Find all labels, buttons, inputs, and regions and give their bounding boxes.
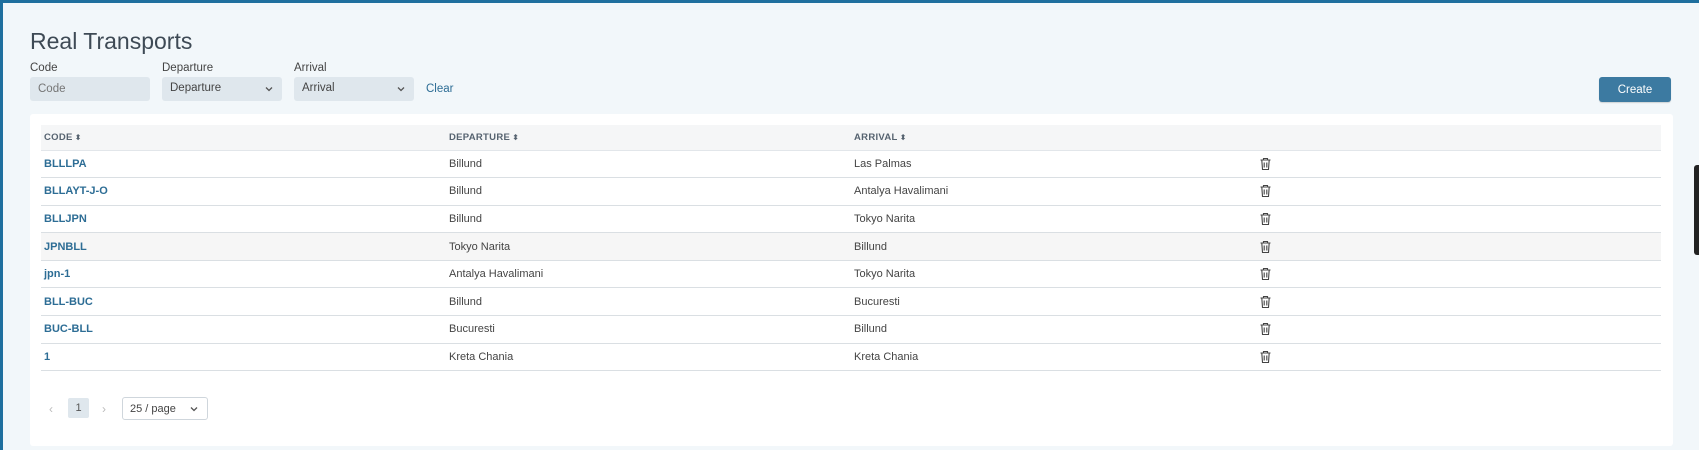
- row-code-link[interactable]: BLLAYT-J-O: [41, 177, 446, 206]
- row-departure: Antalya Havalimani: [446, 260, 851, 289]
- table-row: 1 Kreta Chania Kreta Chania: [41, 343, 1661, 372]
- row-arrival: Tokyo Narita: [851, 205, 1256, 234]
- prev-page-button[interactable]: ‹: [49, 402, 53, 416]
- row-code-link[interactable]: 1: [41, 343, 446, 372]
- chevron-down-icon: [265, 87, 273, 92]
- row-arrival: Kreta Chania: [851, 343, 1256, 372]
- row-arrival: Billund: [851, 315, 1256, 344]
- table-row: BLLLPA Billund Las Palmas: [41, 150, 1661, 179]
- column-header-code-label: CODE: [44, 131, 73, 143]
- row-arrival: Antalya Havalimani: [851, 177, 1256, 206]
- row-arrival: Las Palmas: [851, 150, 1256, 179]
- table-row: JPNBLL Tokyo Narita Billund: [41, 232, 1661, 261]
- column-header-arrival-label: ARRIVAL: [854, 131, 898, 143]
- row-actions: [1256, 343, 1661, 372]
- sort-icon: ⬍: [512, 132, 520, 142]
- column-header-departure-label: DEPARTURE: [449, 131, 511, 143]
- page-size-value: 25 / page: [130, 403, 176, 415]
- arrival-select-value: Arrival: [302, 82, 335, 94]
- departure-select-value: Departure: [170, 82, 222, 94]
- table-row: BLLJPN Billund Tokyo Narita: [41, 205, 1661, 234]
- row-arrival: Tokyo Narita: [851, 260, 1256, 289]
- row-departure: Billund: [446, 287, 851, 317]
- table-row: BLL-BUC Billund Bucuresti: [41, 287, 1661, 317]
- transports-card: CODE ⬍ DEPARTURE ⬍ ARRIVAL ⬍ BLLLPA Billund…: [30, 114, 1673, 446]
- arrival-filter-label: Arrival: [294, 62, 327, 74]
- table-row: BUC-BLL Bucuresti Billund: [41, 315, 1661, 344]
- arrival-filter: Arrival Arrival: [294, 62, 414, 101]
- departure-select[interactable]: Departure: [162, 77, 282, 101]
- sort-icon: ⬍: [899, 132, 907, 142]
- row-arrival: Billund: [851, 232, 1256, 261]
- trash-icon[interactable]: [1259, 240, 1272, 254]
- trash-icon[interactable]: [1259, 295, 1272, 309]
- trash-icon[interactable]: [1259, 184, 1272, 198]
- row-code-link[interactable]: BLLJPN: [41, 205, 446, 234]
- row-actions: [1256, 232, 1661, 261]
- page-number-button[interactable]: 1: [68, 398, 89, 418]
- departure-filter: Departure Departure: [162, 62, 282, 101]
- trash-icon[interactable]: [1259, 212, 1272, 226]
- trash-icon[interactable]: [1259, 350, 1272, 364]
- row-code-link[interactable]: BLLLPA: [41, 150, 446, 179]
- table-row: BLLAYT-J-O Billund Antalya Havalimani: [41, 177, 1661, 206]
- row-departure: Bucuresti: [446, 315, 851, 344]
- scrollbar-handle[interactable]: [1694, 165, 1699, 255]
- table-header-row: CODE ⬍ DEPARTURE ⬍ ARRIVAL ⬍: [41, 125, 1661, 151]
- row-actions: [1256, 205, 1661, 234]
- row-actions: [1256, 260, 1661, 289]
- code-filter: Code: [30, 62, 150, 101]
- column-header-code[interactable]: CODE ⬍: [41, 125, 446, 151]
- row-actions: [1256, 315, 1661, 344]
- row-actions: [1256, 287, 1661, 317]
- table-row: jpn-1 Antalya Havalimani Tokyo Narita: [41, 260, 1661, 289]
- chevron-down-icon: [397, 87, 405, 92]
- code-input[interactable]: [30, 77, 150, 101]
- create-button[interactable]: Create: [1599, 77, 1671, 102]
- row-departure: Tokyo Narita: [446, 232, 851, 261]
- row-departure: Billund: [446, 205, 851, 234]
- row-arrival: Bucuresti: [851, 287, 1256, 317]
- next-page-button[interactable]: ›: [102, 402, 106, 416]
- row-code-link[interactable]: BLL-BUC: [41, 287, 446, 317]
- row-code-link[interactable]: jpn-1: [41, 260, 446, 289]
- row-code-link[interactable]: BUC-BLL: [41, 315, 446, 344]
- page-size-select[interactable]: 25 / page: [122, 397, 208, 420]
- arrival-select[interactable]: Arrival: [294, 77, 414, 101]
- trash-icon[interactable]: [1259, 322, 1272, 336]
- departure-filter-label: Departure: [162, 62, 214, 74]
- code-filter-label: Code: [30, 62, 58, 74]
- row-departure: Billund: [446, 177, 851, 206]
- trash-icon[interactable]: [1259, 267, 1272, 281]
- row-actions: [1256, 177, 1661, 206]
- row-code-link[interactable]: JPNBLL: [41, 232, 446, 261]
- column-header-arrival[interactable]: ARRIVAL ⬍: [851, 125, 1256, 151]
- column-header-departure[interactable]: DEPARTURE ⬍: [446, 125, 851, 151]
- row-departure: Kreta Chania: [446, 343, 851, 372]
- chevron-down-icon: [190, 407, 198, 412]
- clear-filters-link[interactable]: Clear: [426, 83, 453, 95]
- trash-icon[interactable]: [1259, 157, 1272, 171]
- transports-table: CODE ⬍ DEPARTURE ⬍ ARRIVAL ⬍ BLLLPA Billund…: [41, 125, 1661, 372]
- sort-icon: ⬍: [74, 132, 82, 142]
- column-header-actions: [1256, 125, 1661, 151]
- page-title: Real Transports: [30, 28, 193, 54]
- row-actions: [1256, 150, 1661, 179]
- row-departure: Billund: [446, 150, 851, 179]
